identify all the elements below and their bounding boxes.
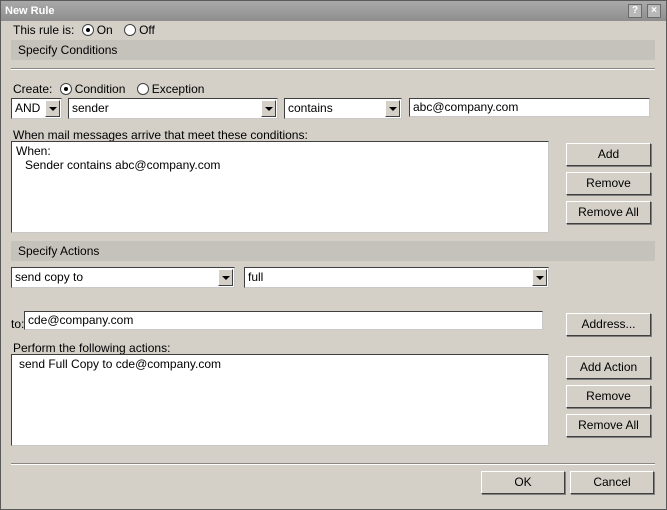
list-item[interactable]: Sender contains abc@company.com xyxy=(16,158,544,172)
rule-status-label: This rule is: xyxy=(13,23,75,37)
add-condition-button[interactable]: Add xyxy=(566,143,651,166)
action-select[interactable]: send copy to xyxy=(11,267,235,288)
new-rule-dialog: New Rule ? × This rule is: On Off Specif… xyxy=(0,0,667,510)
create-label: Create: xyxy=(13,82,53,96)
rule-status-row: This rule is: On Off xyxy=(13,23,155,37)
list-item[interactable]: When: xyxy=(16,144,544,158)
field-value: sender xyxy=(72,101,109,115)
rule-off-radio[interactable] xyxy=(124,24,137,36)
add-action-button[interactable]: Add Action xyxy=(566,356,651,379)
close-icon[interactable]: × xyxy=(647,4,661,18)
chevron-down-icon[interactable] xyxy=(45,100,60,117)
window-title: New Rule xyxy=(5,5,55,17)
condition-radio[interactable] xyxy=(59,83,72,95)
conditions-section-header: Specify Conditions xyxy=(11,40,655,60)
chevron-down-icon[interactable] xyxy=(385,100,400,117)
condition-value-input[interactable]: abc@company.com xyxy=(409,98,650,117)
list-item[interactable]: send Full Copy to cde@company.com xyxy=(16,357,544,371)
cancel-button[interactable]: Cancel xyxy=(570,471,654,494)
exception-radio[interactable] xyxy=(136,83,149,95)
help-icon[interactable]: ? xyxy=(628,4,642,18)
operator-select[interactable]: AND xyxy=(11,98,62,119)
rule-on-radio[interactable] xyxy=(81,24,94,36)
rule-off-label[interactable]: Off xyxy=(139,23,155,37)
conditions-list[interactable]: When: Sender contains abc@company.com xyxy=(11,141,549,233)
condition-label[interactable]: Condition xyxy=(75,82,126,96)
conditions-list-label: When mail messages arrive that meet thes… xyxy=(13,128,308,142)
field-select[interactable]: sender xyxy=(68,98,278,119)
rule-on-label[interactable]: On xyxy=(97,23,113,37)
chevron-down-icon[interactable] xyxy=(261,100,276,117)
remove-all-actions-button[interactable]: Remove All xyxy=(566,414,651,437)
remove-action-button[interactable]: Remove xyxy=(566,385,651,408)
operator-value: AND xyxy=(15,101,41,115)
actions-section-header: Specify Actions xyxy=(11,241,655,261)
to-address-input[interactable]: cde@company.com xyxy=(24,311,543,330)
actions-list-label: Perform the following actions: xyxy=(13,341,171,355)
comparison-value: contains xyxy=(288,101,333,115)
footer-divider xyxy=(11,463,655,465)
actions-list[interactable]: send Full Copy to cde@company.com xyxy=(11,354,549,446)
remove-all-conditions-button[interactable]: Remove All xyxy=(566,201,651,224)
to-label: to: xyxy=(11,317,25,331)
action-value: send copy to xyxy=(15,270,84,284)
chevron-down-icon[interactable] xyxy=(218,269,233,286)
chevron-down-icon[interactable] xyxy=(532,269,547,286)
comparison-select[interactable]: contains xyxy=(284,98,402,119)
conditions-divider xyxy=(11,68,655,70)
copy-type-select[interactable]: full xyxy=(244,267,549,288)
ok-button[interactable]: OK xyxy=(481,471,565,494)
address-button[interactable]: Address... xyxy=(566,313,651,336)
copy-type-value: full xyxy=(248,270,264,284)
exception-label[interactable]: Exception xyxy=(152,82,205,96)
remove-condition-button[interactable]: Remove xyxy=(566,172,651,195)
title-bar: New Rule ? × xyxy=(1,1,666,21)
create-row: Create: Condition Exception xyxy=(13,82,204,96)
